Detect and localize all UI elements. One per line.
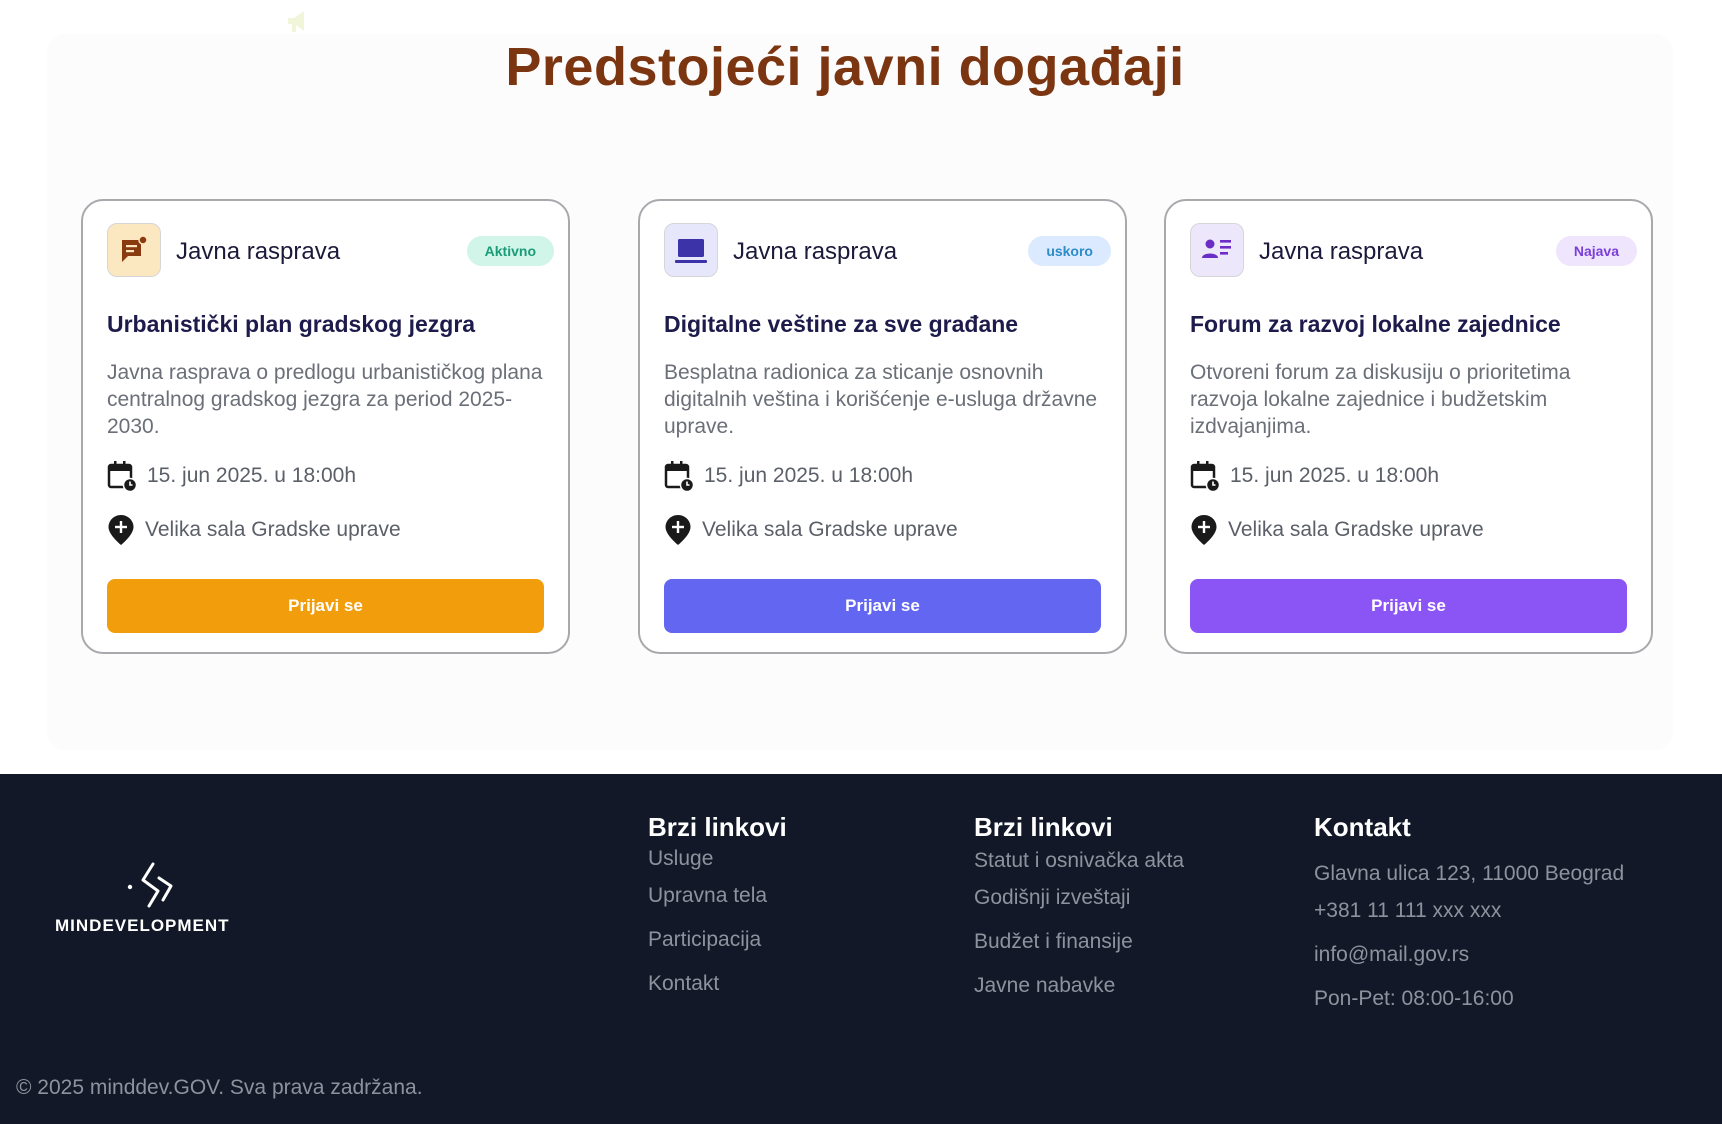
footer-link-upravna-tela[interactable]: Upravna tela: [648, 884, 767, 908]
card-description: Javna rasprava o predlogu urbanističkog …: [107, 361, 543, 438]
footer-link-usluge[interactable]: Usluge: [648, 847, 713, 871]
event-date: 15. jun 2025. u 18:00h: [1190, 460, 1439, 492]
comment-icon: [107, 223, 161, 277]
footer-column-title: Brzi linkovi: [648, 812, 787, 842]
event-location-text: Velika sala Gradske uprave: [145, 518, 401, 541]
register-button[interactable]: Prijavi se: [664, 579, 1101, 633]
megaphone-icon: [288, 11, 304, 32]
map-pin-plus-icon: [108, 515, 134, 545]
page: Predstojeći javni događaji Javna rasprav…: [0, 0, 1722, 1124]
event-location: Velika sala Gradske uprave: [107, 514, 401, 546]
footer-quick-links-1: Brzi linkovi Usluge Upravna tela Partici…: [648, 812, 787, 995]
contact-hours: Pon-Pet: 08:00-16:00: [1314, 987, 1514, 1010]
card-type: Javna rasprava: [733, 238, 898, 265]
register-button[interactable]: Prijavi se: [107, 579, 544, 633]
footer-link-kontakt[interactable]: Kontakt: [648, 972, 719, 996]
footer-contact: Kontakt Glavna ulica 123, 11000 Beograd …: [1314, 812, 1624, 1010]
card-title: Urbanistički plan gradskog jezgra: [107, 311, 476, 337]
laptop-icon: [664, 223, 718, 277]
event-location: Velika sala Gradske uprave: [1190, 514, 1484, 546]
footer-column-title: Kontakt: [1314, 812, 1411, 842]
calendar-clock-icon: [664, 461, 694, 492]
event-card: Javna rasprava Aktivno Urbanistički plan…: [81, 199, 570, 654]
register-button[interactable]: Prijavi se: [1190, 579, 1627, 633]
footer-quick-links-2: Brzi linkovi Statut i osnivačka akta God…: [974, 812, 1184, 997]
map-pin-plus-icon: [1191, 515, 1217, 545]
contact-address: Glavna ulica 123, 11000 Beograd: [1314, 862, 1625, 885]
event-date-text: 15. jun 2025. u 18:00h: [1230, 464, 1440, 487]
card-title: Forum za razvoj lokalne zajednice: [1190, 311, 1561, 337]
logo[interactable]: MINDEVELOPMENT: [55, 860, 255, 940]
card-title: Digitalne veštine za sve građane: [664, 311, 1019, 337]
contact-phone[interactable]: +381 11 111 xxx xxx: [1314, 899, 1501, 923]
footer-link-budzet[interactable]: Budžet i finansije: [974, 930, 1133, 954]
event-location-text: Velika sala Gradske uprave: [702, 518, 958, 541]
event-date-text: 15. jun 2025. u 18:00h: [147, 464, 357, 487]
copyright: © 2025 minddev.GOV. Sva prava zadržana.: [16, 1076, 423, 1099]
card-description: Otvoreni forum za diskusiju o prioriteti…: [1190, 361, 1571, 438]
card-header: Javna rasprava uskoro: [664, 223, 1111, 277]
card-header: Javna rasprava Najava: [1190, 223, 1637, 277]
card-type: Javna rasprava: [176, 238, 341, 265]
event-location-text: Velika sala Gradske uprave: [1228, 518, 1484, 541]
calendar-clock-icon: [107, 461, 137, 492]
event-date: 15. jun 2025. u 18:00h: [664, 460, 913, 492]
event-date-text: 15. jun 2025. u 18:00h: [704, 464, 914, 487]
contact-email[interactable]: info@mail.gov.rs: [1314, 943, 1469, 967]
status-badge: Najava: [1555, 236, 1637, 266]
section-title: Predstojeći javni događaji: [505, 37, 1185, 97]
footer-link-participacija[interactable]: Participacija: [648, 928, 761, 952]
event-card: Javna rasprava Najava Forum za razvoj lo…: [1164, 199, 1653, 654]
footer-link-godisnji-izvestaji[interactable]: Godišnji izveštaji: [974, 886, 1130, 910]
footer: MINDEVELOPMENT Brzi linkovi Usluge Uprav…: [0, 774, 1722, 1124]
user-list-icon: [1190, 223, 1244, 277]
status-badge: uskoro: [1028, 236, 1111, 266]
logo-mark-icon: [127, 862, 173, 908]
card-description: Besplatna radionica za sticanje osnovnih…: [664, 361, 1098, 438]
footer-link-javne-nabavke[interactable]: Javne nabavke: [974, 974, 1115, 998]
map-pin-plus-icon: [665, 515, 691, 545]
logo-text: MINDEVELOPMENT: [55, 916, 230, 935]
card-type: Javna rasprava: [1259, 238, 1424, 265]
event-card: Javna rasprava uskoro Digitalne veštine …: [638, 199, 1127, 654]
event-date: 15. jun 2025. u 18:00h: [107, 460, 356, 492]
footer-link-statut[interactable]: Statut i osnivačka akta: [974, 849, 1184, 873]
status-badge: Aktivno: [466, 236, 554, 266]
calendar-clock-icon: [1190, 461, 1220, 492]
card-header: Javna rasprava Aktivno: [107, 223, 554, 277]
footer-column-title: Brzi linkovi: [974, 812, 1113, 842]
event-location: Velika sala Gradske uprave: [664, 514, 958, 546]
